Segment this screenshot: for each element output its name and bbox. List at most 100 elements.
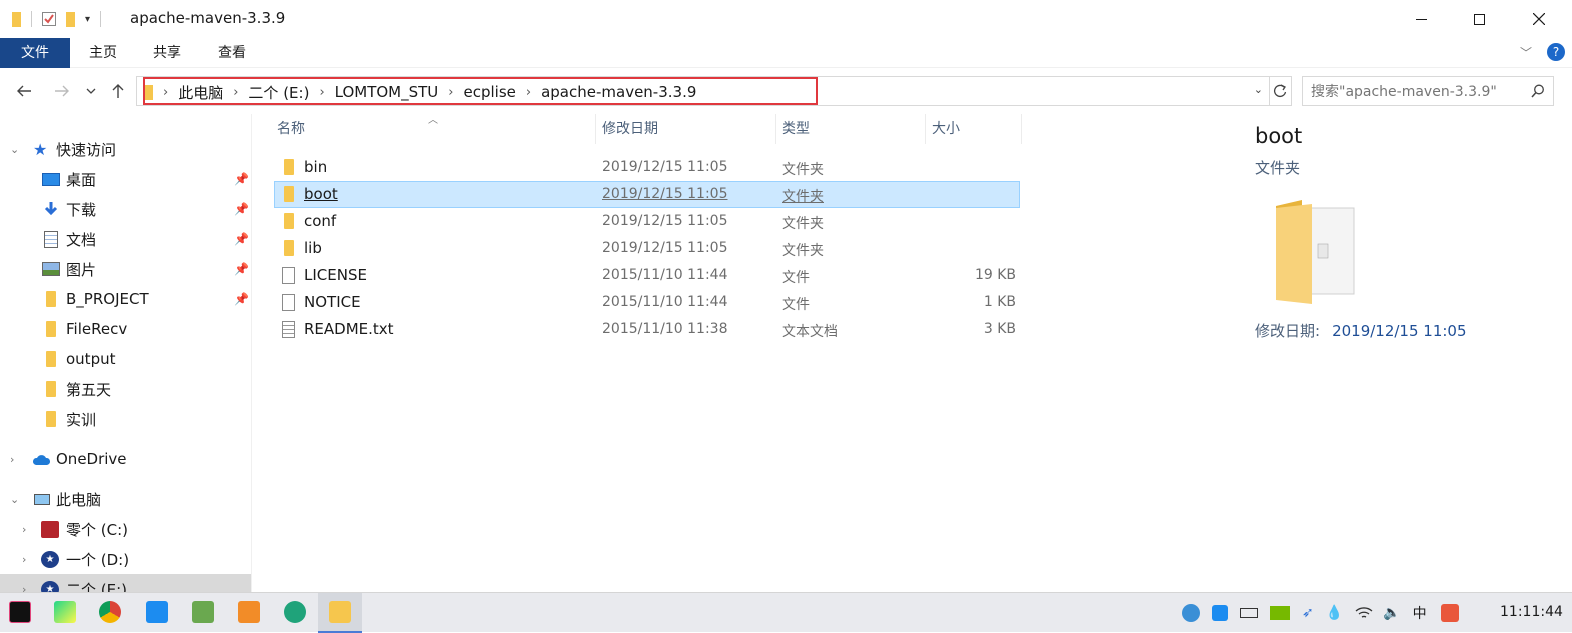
file-row-readme[interactable]: README.txt 2015/11/10 11:38 文本文档 3 KB — [274, 316, 1020, 343]
minimize-icon — [1415, 18, 1427, 20]
cloud-icon — [32, 454, 51, 465]
up-button[interactable] — [106, 80, 130, 102]
chevron-down-icon[interactable]: ⌄ — [10, 493, 19, 506]
notepad-icon[interactable] — [192, 601, 214, 623]
clock[interactable]: 11:11:44 — [1500, 604, 1563, 620]
wifi-icon[interactable] — [1355, 606, 1373, 620]
file-type: 文本文档 — [782, 324, 838, 340]
file-row-lib[interactable]: lib 2019/12/15 11:05 文件夹 — [274, 235, 1020, 262]
new-folder-icon[interactable] — [66, 11, 75, 27]
sidebar-item-pictures[interactable]: 图片 📌 — [0, 254, 251, 284]
sogou-ime-icon[interactable] — [1440, 604, 1459, 622]
sidebar-drive-d[interactable]: › ★ 一个 (D:) — [0, 544, 251, 574]
folder-icon — [46, 411, 56, 427]
refresh-button[interactable] — [1268, 76, 1292, 106]
chrome-icon[interactable] — [99, 601, 121, 623]
search-input[interactable] — [1311, 82, 1523, 102]
tab-file[interactable]: 文件 — [0, 38, 70, 68]
chevron-right-icon[interactable]: › — [22, 583, 26, 593]
column-header-modified[interactable]: 修改日期 — [596, 114, 776, 144]
quick-access-toolbar: ▾ — [12, 8, 102, 30]
file-modified: 2015/11/10 11:38 — [602, 321, 728, 337]
sidebar-drive-e[interactable]: › ★ 二个 (E:) — [0, 574, 251, 593]
file-name: lib — [304, 239, 322, 257]
picture-icon — [42, 262, 60, 276]
column-header-type[interactable]: 类型 — [776, 114, 926, 144]
column-header-name[interactable]: 名称 — [271, 114, 596, 144]
battery-icon[interactable] — [1240, 608, 1258, 618]
sidebar-drive-c[interactable]: › 零个 (C:) — [0, 514, 251, 544]
sidebar-item-training[interactable]: 实训 — [0, 404, 251, 434]
bird-tray-icon[interactable] — [1212, 605, 1228, 621]
forward-button[interactable] — [50, 80, 74, 102]
chevron-right-icon[interactable]: › — [22, 553, 26, 566]
nvidia-icon[interactable] — [1270, 606, 1290, 620]
sublime-text-icon[interactable] — [238, 601, 260, 623]
pin-icon[interactable]: 📌 — [234, 262, 249, 276]
file-modified: 2019/12/15 11:05 — [602, 213, 728, 229]
sidebar-item-label: output — [66, 350, 116, 368]
chevron-right-icon[interactable]: › — [10, 453, 14, 466]
chevron-right-icon[interactable]: › — [22, 523, 26, 536]
close-icon — [1533, 13, 1545, 25]
sidebar-item-filerecv[interactable]: FileRecv — [0, 314, 251, 344]
file-row-license[interactable]: LICENSE 2015/11/10 11:44 文件 19 KB — [274, 262, 1020, 289]
close-button[interactable] — [1509, 0, 1569, 38]
tab-view[interactable]: 查看 — [203, 38, 261, 68]
sidebar-item-label: 此电脑 — [56, 490, 102, 509]
folder-icon — [46, 381, 56, 397]
download-icon — [44, 202, 58, 216]
sidebar-item-day-five[interactable]: 第五天 — [0, 374, 251, 404]
file-name: NOTICE — [304, 293, 361, 311]
minimize-button[interactable] — [1391, 0, 1451, 38]
sidebar-item-b-project[interactable]: B_PROJECT 📌 — [0, 284, 251, 314]
customize-toolbar-icon[interactable]: ▾ — [85, 14, 90, 25]
sidebar-quick-access[interactable]: ⌄ ★ 快速访问 — [0, 134, 251, 164]
properties-icon[interactable] — [42, 12, 56, 26]
title-bar: ▾ apache-maven-3.3.9 — [0, 0, 1572, 38]
expand-ribbon-icon[interactable]: ﹀ — [1520, 44, 1532, 61]
bird-app-icon[interactable] — [146, 601, 168, 623]
file-row-conf[interactable]: conf 2019/12/15 11:05 文件夹 — [274, 208, 1020, 235]
ime-indicator[interactable]: 中 — [1413, 603, 1427, 623]
column-header-size[interactable]: 大小 — [926, 114, 1022, 144]
sidebar-item-desktop[interactable]: 桌面 📌 — [0, 164, 251, 194]
file-row-notice[interactable]: NOTICE 2015/11/10 11:44 文件 1 KB — [274, 289, 1020, 316]
file-name: bin — [304, 158, 328, 176]
volume-icon[interactable]: 🔈 — [1383, 605, 1400, 621]
document-icon — [44, 230, 58, 248]
sidebar-this-pc[interactable]: ⌄ 此电脑 — [0, 484, 251, 514]
sidebar-onedrive[interactable]: › OneDrive — [0, 444, 251, 474]
help-icon[interactable]: ? — [1547, 43, 1565, 61]
maximize-button[interactable] — [1449, 0, 1509, 38]
back-button[interactable] — [12, 80, 36, 102]
chevron-down-icon[interactable]: ⌄ — [10, 143, 19, 156]
sidebar-item-label: 文档 — [66, 230, 97, 249]
search-icon[interactable] — [1531, 84, 1545, 98]
edge-beta-icon[interactable] — [284, 601, 306, 623]
intellij-icon[interactable] — [9, 601, 31, 623]
dropdown-chevron-icon[interactable]: ⌄ — [1254, 83, 1263, 96]
droplet-icon[interactable]: 💧 — [1326, 605, 1343, 621]
pin-icon[interactable]: 📌 — [234, 232, 249, 246]
file-row-boot[interactable]: boot 2019/12/15 11:05 文件夹 — [274, 181, 1020, 208]
sidebar-item-output[interactable]: output — [0, 344, 251, 374]
preview-modified-value: 2019/12/15 11:05 — [1332, 322, 1467, 340]
pin-icon[interactable]: 📌 — [234, 202, 249, 216]
preview-type: 文件夹 — [1255, 159, 1301, 177]
sidebar-item-label: 桌面 — [66, 170, 97, 189]
tab-share[interactable]: 共享 — [138, 38, 196, 68]
tab-home[interactable]: 主页 — [74, 38, 132, 68]
pin-icon[interactable]: 📌 — [234, 292, 249, 306]
file-row-bin[interactable]: bin 2019/12/15 11:05 文件夹 — [274, 154, 1020, 181]
sidebar-item-downloads[interactable]: 下载 📌 — [0, 194, 251, 224]
feather-icon[interactable]: ➶ — [1302, 605, 1314, 621]
globe-icon[interactable] — [1182, 604, 1200, 622]
sidebar-item-documents[interactable]: 文档 📌 — [0, 224, 251, 254]
pin-icon[interactable]: 📌 — [234, 172, 249, 186]
pycharm-icon[interactable] — [54, 601, 76, 623]
file-explorer-icon[interactable] — [329, 601, 351, 623]
sidebar-item-label: 第五天 — [66, 380, 112, 399]
recent-locations-button[interactable] — [82, 80, 100, 102]
search-box[interactable] — [1302, 76, 1554, 106]
